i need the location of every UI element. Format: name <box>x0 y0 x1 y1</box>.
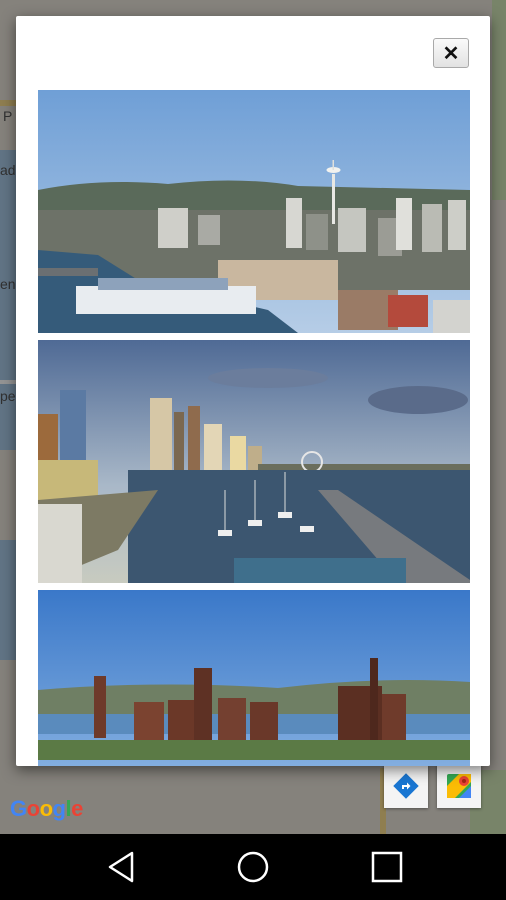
back-icon <box>108 851 134 883</box>
photo-gas-works-park[interactable] <box>38 590 470 766</box>
close-button[interactable]: ✕ <box>433 38 469 68</box>
google-maps-icon <box>447 774 471 798</box>
home-button[interactable] <box>233 848 273 886</box>
directions-button[interactable] <box>384 764 428 808</box>
photo-list[interactable] <box>38 90 470 766</box>
photo-seattle-skyline[interactable] <box>38 90 470 333</box>
google-logo: Google <box>10 796 83 821</box>
photo-seattle-waterfront[interactable] <box>38 340 470 583</box>
recents-icon <box>371 851 403 883</box>
open-in-maps-button[interactable] <box>437 764 481 808</box>
directions-icon <box>393 773 419 799</box>
recents-button[interactable] <box>366 848 406 886</box>
back-button[interactable] <box>102 848 142 886</box>
photo-dialog: ✕ <box>16 16 490 766</box>
home-icon <box>237 851 269 883</box>
system-navigation-bar <box>0 834 506 900</box>
close-icon: ✕ <box>442 42 460 65</box>
